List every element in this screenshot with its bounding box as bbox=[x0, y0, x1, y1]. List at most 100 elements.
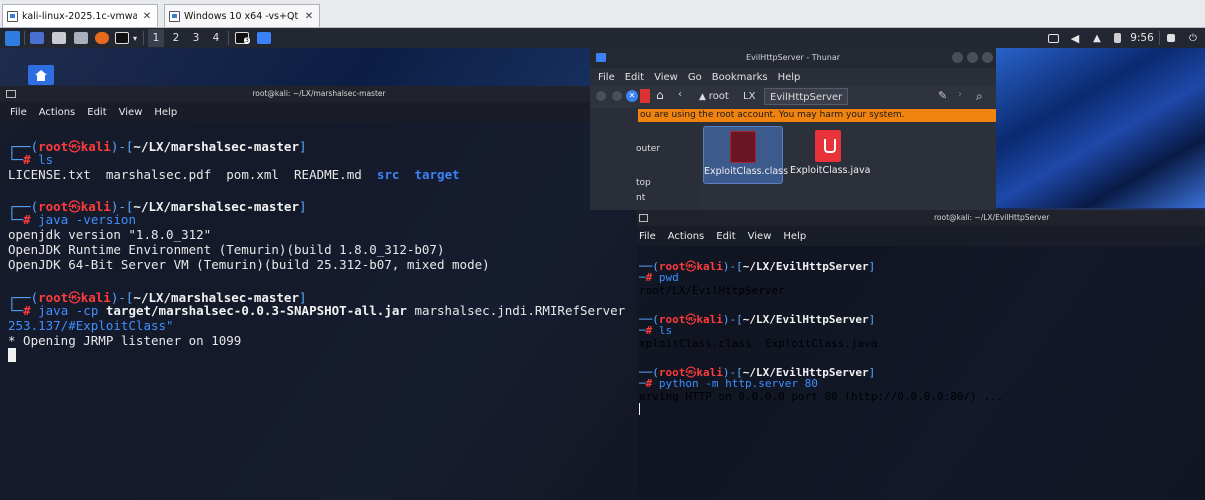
java-file-icon bbox=[815, 130, 841, 162]
vmware-tab-strip: kali-linux-2025.1c-vmware-... ✕ Windows … bbox=[0, 0, 1205, 28]
breadcrumb-root[interactable]: ▲ root bbox=[694, 88, 734, 105]
show-desktop-icon[interactable] bbox=[28, 28, 46, 48]
workspace-4[interactable]: 4 bbox=[210, 28, 222, 48]
close-icon[interactable]: ✕ bbox=[303, 11, 315, 22]
left-terminal-titlebar[interactable]: root@kali: ~/LX/marshalsec-master bbox=[0, 86, 638, 102]
menu-view[interactable]: View bbox=[748, 231, 772, 242]
left-terminal-output[interactable]: ┌──(root㉿kali)-[~/LX/marshalsec-master] … bbox=[0, 122, 638, 500]
vm-tab-label: kali-linux-2025.1c-vmware-... bbox=[22, 10, 137, 22]
menu-view[interactable]: View bbox=[119, 107, 143, 118]
breadcrumb-evilhttpserver[interactable]: EvilHttpServer bbox=[764, 88, 849, 105]
circle-button[interactable] bbox=[612, 91, 622, 101]
workspace-1[interactable]: 1 bbox=[148, 29, 164, 47]
menu-file[interactable]: File bbox=[598, 72, 615, 83]
command-line: └─# java -version bbox=[8, 212, 136, 227]
terminal-window-icon bbox=[6, 90, 16, 98]
vm-tab-label: Windows 10 x64 -vs+Qt+idea bbox=[184, 10, 299, 22]
right-terminal-output[interactable]: ──(root㉿kali)-[~/LX/EvilHttpServer] ─# p… bbox=[637, 246, 1205, 500]
home-icon[interactable]: ⌂ bbox=[656, 88, 664, 102]
class-file-icon bbox=[730, 131, 756, 163]
ls-output: LICENSE.txt marshalsec.pdf pom.xml READM… bbox=[8, 167, 460, 182]
volume-icon[interactable]: ◀ bbox=[1068, 28, 1082, 48]
listener-line: * Opening JRMP listener on 1099 bbox=[8, 333, 242, 348]
file-label: ExploitClass.java bbox=[790, 165, 871, 176]
command-line: ─# pwd bbox=[639, 271, 679, 284]
breadcrumb-lx[interactable]: LX bbox=[738, 88, 760, 105]
right-terminal-title: root@kali: ~/LX/EvilHttpServer bbox=[934, 213, 1050, 222]
menu-view[interactable]: View bbox=[654, 72, 678, 83]
vm-icon bbox=[7, 10, 18, 22]
chevron-left-icon[interactable]: ‹ bbox=[678, 89, 682, 100]
right-terminal-titlebar[interactable]: root@kali: ~/LX/EvilHttpServer bbox=[637, 210, 1205, 226]
menu-edit[interactable]: Edit bbox=[625, 72, 644, 83]
menu-help[interactable]: Help bbox=[778, 72, 801, 83]
chevron-right-icon[interactable]: › bbox=[958, 89, 962, 100]
text-cursor bbox=[8, 348, 16, 365]
taskbar-terminal-group[interactable]: 3 bbox=[233, 28, 251, 48]
close-icon[interactable]: ✕ bbox=[141, 11, 153, 22]
kali-menu-icon[interactable] bbox=[3, 28, 21, 48]
file-manager-icon[interactable] bbox=[50, 28, 68, 48]
circle-button[interactable] bbox=[596, 91, 606, 101]
command-line: └─# ls bbox=[8, 152, 54, 167]
minimize-button[interactable] bbox=[952, 52, 963, 63]
vm-tab-kali[interactable]: kali-linux-2025.1c-vmware-... ✕ bbox=[2, 4, 158, 27]
vm-icon bbox=[169, 10, 180, 22]
power-plug-icon[interactable] bbox=[1110, 28, 1124, 48]
command-wrap-line: 253.137/#ExploitClass" bbox=[8, 318, 174, 333]
maximize-button[interactable] bbox=[967, 52, 978, 63]
menu-edit[interactable]: Edit bbox=[87, 107, 106, 118]
terminal-icon[interactable] bbox=[113, 28, 131, 48]
notification-bell-icon[interactable]: ▲ bbox=[1090, 28, 1104, 48]
root-warning-bar: ou are using the root account. You may h… bbox=[638, 109, 996, 122]
power-icon[interactable]: ⏻ bbox=[1186, 28, 1200, 48]
workspace-3[interactable]: 3 bbox=[190, 28, 202, 48]
taskbar-folder-icon[interactable] bbox=[256, 28, 272, 48]
file-exploitclass-class[interactable]: ExploitClass.class bbox=[703, 126, 789, 184]
menu-bookmarks[interactable]: Bookmarks bbox=[712, 72, 768, 83]
menu-help[interactable]: Help bbox=[783, 231, 806, 242]
search-icon[interactable]: ⌕ bbox=[976, 89, 983, 104]
text-editor-icon[interactable] bbox=[72, 28, 90, 48]
java-version-line: OpenJDK 64-Bit Server VM (Temurin)(build… bbox=[8, 257, 490, 272]
screen: kali-linux-2025.1c-vmware-... ✕ Windows … bbox=[0, 0, 1205, 500]
close-icon[interactable]: ✕ bbox=[626, 90, 638, 102]
left-terminal-menubar: File Actions Edit View Help bbox=[0, 102, 638, 122]
menu-actions[interactable]: Actions bbox=[39, 107, 76, 118]
output-line: xploitClass.class ExploitClass.java bbox=[639, 337, 878, 350]
close-button[interactable] bbox=[982, 52, 993, 63]
output-line: root/LX/EvilHttpServer bbox=[639, 284, 785, 297]
java-version-line: OpenJDK Runtime Environment (Temurin)(bu… bbox=[8, 242, 445, 257]
home-folder-icon[interactable] bbox=[28, 65, 54, 85]
clock[interactable]: 9:56 bbox=[1130, 28, 1154, 48]
folder-icon bbox=[596, 53, 606, 62]
right-terminal-menubar: File Actions Edit View Help bbox=[637, 226, 1205, 246]
command-line: └─# java -cp target/marshalsec-0.0.3-SNA… bbox=[8, 303, 626, 318]
terminal-window-icon bbox=[639, 214, 648, 222]
sidebar-item-recent[interactable]: nt bbox=[636, 193, 645, 203]
sidebar-item-desktop[interactable]: top bbox=[636, 178, 651, 188]
menu-edit[interactable]: Edit bbox=[716, 231, 735, 242]
sidebar-item-computer[interactable]: outer bbox=[636, 144, 660, 154]
lock-icon[interactable] bbox=[1164, 28, 1178, 48]
thunar-file-view: ExploitClass.class ExploitClass.java bbox=[700, 122, 996, 210]
menu-go[interactable]: Go bbox=[688, 72, 702, 83]
display-icon[interactable] bbox=[1046, 28, 1060, 48]
command-line: ─# ls bbox=[639, 324, 673, 337]
edit-path-icon[interactable]: ✎ bbox=[938, 89, 947, 102]
sidebar-toggle-icon[interactable] bbox=[640, 89, 650, 103]
thunar-sidebar: outer top nt bbox=[590, 122, 698, 210]
file-label: ExploitClass.class bbox=[704, 166, 789, 177]
file-exploitclass-java[interactable]: ExploitClass.java bbox=[790, 126, 871, 184]
text-cursor bbox=[639, 403, 640, 418]
menu-file[interactable]: File bbox=[639, 231, 656, 242]
menu-actions[interactable]: Actions bbox=[668, 231, 705, 242]
command-line: ─# python -m http.server 80 bbox=[639, 377, 818, 390]
menu-help[interactable]: Help bbox=[154, 107, 177, 118]
chevron-down-icon[interactable]: ▾ bbox=[130, 28, 140, 48]
workspace-2[interactable]: 2 bbox=[170, 28, 182, 48]
menu-file[interactable]: File bbox=[10, 107, 27, 118]
vm-tab-windows[interactable]: Windows 10 x64 -vs+Qt+idea ✕ bbox=[164, 4, 320, 27]
thunar-titlebar[interactable]: EvilHttpServer - Thunar bbox=[590, 48, 996, 68]
firefox-icon[interactable] bbox=[93, 28, 111, 48]
